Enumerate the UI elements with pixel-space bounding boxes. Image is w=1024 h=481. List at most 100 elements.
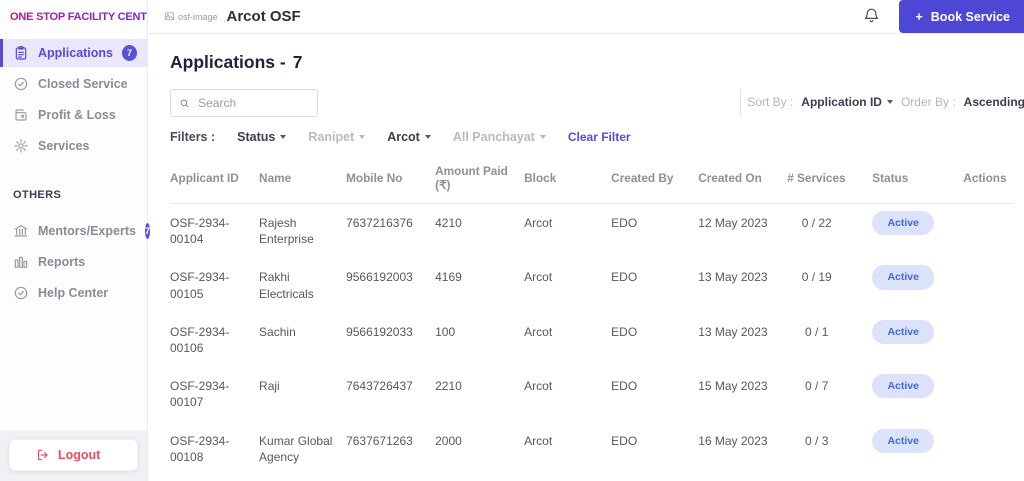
- sidebar-item-label: Applications: [38, 46, 114, 60]
- cell-block: Arcot: [524, 433, 553, 448]
- status-badge: Active: [872, 374, 935, 399]
- logout-button[interactable]: Logout: [9, 439, 138, 471]
- gear-icon: [14, 139, 28, 153]
- cell-applicant-id: OSF-2934-00105: [170, 270, 230, 301]
- toolbar-divider: [740, 89, 741, 116]
- search-icon: [180, 99, 189, 107]
- cell-amount-paid: 4169: [435, 270, 462, 285]
- search-box[interactable]: [170, 89, 318, 117]
- cell-created-on: 12 May 2023: [698, 216, 768, 230]
- search-input[interactable]: [198, 96, 309, 110]
- image-alt-text: osf-image: [178, 11, 218, 22]
- status-badge: Active: [872, 319, 935, 344]
- cell-created-on: 15 May 2023: [698, 379, 768, 394]
- image-icon: [165, 12, 174, 21]
- book-service-label: Book Service: [930, 9, 1010, 24]
- sidebar-footer: Logout: [0, 430, 147, 481]
- block-filter-dropdown[interactable]: Arcot: [387, 130, 431, 144]
- cell-services: 0 / 0: [785, 476, 872, 481]
- cell-block: -: [524, 476, 611, 481]
- others-section-label: OTHERS: [13, 189, 62, 201]
- cell-mobile-no: 9566192003: [346, 270, 413, 285]
- sidebar-item-applications[interactable]: Applications 7: [0, 39, 147, 67]
- sidebar-item-reports[interactable]: Reports: [0, 248, 147, 276]
- sidebar-others-nav: Mentors/Experts 7 Reports Help Center: [0, 217, 150, 310]
- institution-icon: [14, 225, 28, 237]
- cell-services: 0 / 1: [805, 324, 829, 339]
- table-row: OSF-2934-00108 Kumar Global Agency 76376…: [170, 422, 1014, 476]
- cell-amount-paid: 100: [435, 324, 456, 339]
- sidebar-item-label: Closed Service: [38, 77, 128, 91]
- notifications-button[interactable]: [860, 4, 883, 30]
- cell-amount-paid: 2000: [435, 433, 462, 448]
- cell-block: Arcot: [524, 216, 553, 230]
- content-area: Applications - 7 Sort By : Application ID…: [148, 34, 1024, 481]
- sidebar-item-mentors-experts[interactable]: Mentors/Experts 7: [0, 217, 150, 245]
- table-header: Applicant ID Name Mobile No Amount Paid …: [170, 158, 1014, 204]
- applications-count: 7: [292, 52, 303, 72]
- cell-name: Kumar Global Agency: [259, 433, 333, 464]
- col-block: Block: [524, 158, 612, 204]
- top-header: osf-image Arcot OSF + Book Service: [148, 0, 1024, 34]
- sidebar-item-label: Profit & Loss: [38, 108, 116, 122]
- cell-applicant-id: OSF-2934-00107: [170, 379, 230, 410]
- col-created-on: Created On: [698, 158, 786, 204]
- filters-bar: Filters : Status Ranipet Arcot All Panch…: [170, 130, 1024, 144]
- district-filter-dropdown[interactable]: Ranipet: [308, 130, 366, 144]
- status-filter-dropdown[interactable]: Status: [237, 130, 287, 144]
- brand-logo: ONE STOP FACILITY CENTRE: [0, 0, 162, 33]
- table-row: OSF-2934-00105 Rakhi Electricals 9566192…: [170, 258, 1014, 312]
- cell-mobile-no: 7637216376: [346, 216, 413, 230]
- cell-name: Rajesh Enterprise: [259, 216, 314, 247]
- cell-created-by: EDO: [611, 270, 638, 285]
- sidebar-item-help-center[interactable]: Help Center: [0, 279, 147, 307]
- table-row: OSF-2934-00107 Raji 7643726437 2210 Arco…: [170, 367, 1014, 421]
- cell-actions: ⋮: [963, 422, 1014, 476]
- book-service-button[interactable]: + Book Service: [899, 0, 1024, 33]
- sidebar-nav: Applications 7 Closed Service Profit & L…: [0, 39, 147, 163]
- cell-applicant-id: OSF-2934-00104: [170, 216, 230, 247]
- cell-applicant-id: OSF-2934-00108: [170, 433, 230, 464]
- main-area: osf-image Arcot OSF + Book Service Appli…: [148, 0, 1024, 481]
- clear-filter-link[interactable]: Clear Filter: [568, 130, 631, 144]
- cell-actions: ⋮: [963, 313, 1014, 367]
- cell-services: 0 / 3: [805, 433, 829, 448]
- col-created-by: Created By: [611, 158, 699, 204]
- sidebar-item-label: Help Center: [38, 286, 109, 300]
- cell-status: Active: [872, 258, 963, 312]
- cell-created-on: 16 May 2023: [698, 433, 768, 448]
- sort-by-dropdown[interactable]: Application ID: [801, 95, 893, 109]
- cell-name: Rakhi Electricals: [259, 270, 314, 301]
- filters-label: Filters :: [170, 130, 216, 144]
- panchayat-filter-dropdown[interactable]: All Panchayat: [453, 130, 546, 144]
- col-amount-paid: Amount Paid (₹): [435, 158, 525, 204]
- status-badge: Active: [872, 265, 935, 290]
- cell-applicant-id: OSF-2934-00106: [170, 324, 230, 355]
- sidebar-item-closed-service[interactable]: Closed Service: [0, 70, 147, 98]
- sidebar-item-profit-loss[interactable]: Profit & Loss: [0, 101, 147, 129]
- cell-created-on: 13 May 2023: [698, 324, 768, 339]
- cell-status: Active: [872, 422, 963, 476]
- clipboard-icon: [15, 46, 27, 60]
- cell-services: 0 / 7: [805, 379, 829, 394]
- check-circle-icon: [14, 77, 28, 91]
- cell-mobile-no: 7643726437: [346, 379, 413, 394]
- col-services: # Services: [785, 158, 873, 204]
- cell-actions: ⋮: [963, 204, 1014, 259]
- applications-table-body: OSF-2934-00104 Rajesh Enterprise 7637216…: [170, 204, 1014, 481]
- cell-created-by: EDO: [611, 476, 698, 481]
- cell-created-on: 16 May 2023: [698, 476, 785, 481]
- order-by-dropdown[interactable]: Ascending: [964, 95, 1024, 109]
- status-badge: Active: [872, 211, 935, 236]
- sidebar-item-label: Mentors/Experts: [38, 224, 136, 238]
- cell-created-by: EDO: [611, 324, 638, 339]
- sidebar-item-services[interactable]: Services: [0, 132, 147, 160]
- plus-icon: +: [915, 9, 923, 24]
- sidebar: ONE STOP FACILITY CENTRE Applications 7 …: [0, 0, 162, 481]
- cell-amount-paid: 2210: [435, 379, 462, 394]
- col-applicant-id: Applicant ID: [170, 158, 260, 204]
- cell-status: Active: [872, 204, 963, 259]
- col-actions: Actions: [963, 158, 1014, 204]
- money-icon: [15, 109, 27, 121]
- table-row: OSF-2934-00104 Rajesh Enterprise 7637216…: [170, 204, 1014, 259]
